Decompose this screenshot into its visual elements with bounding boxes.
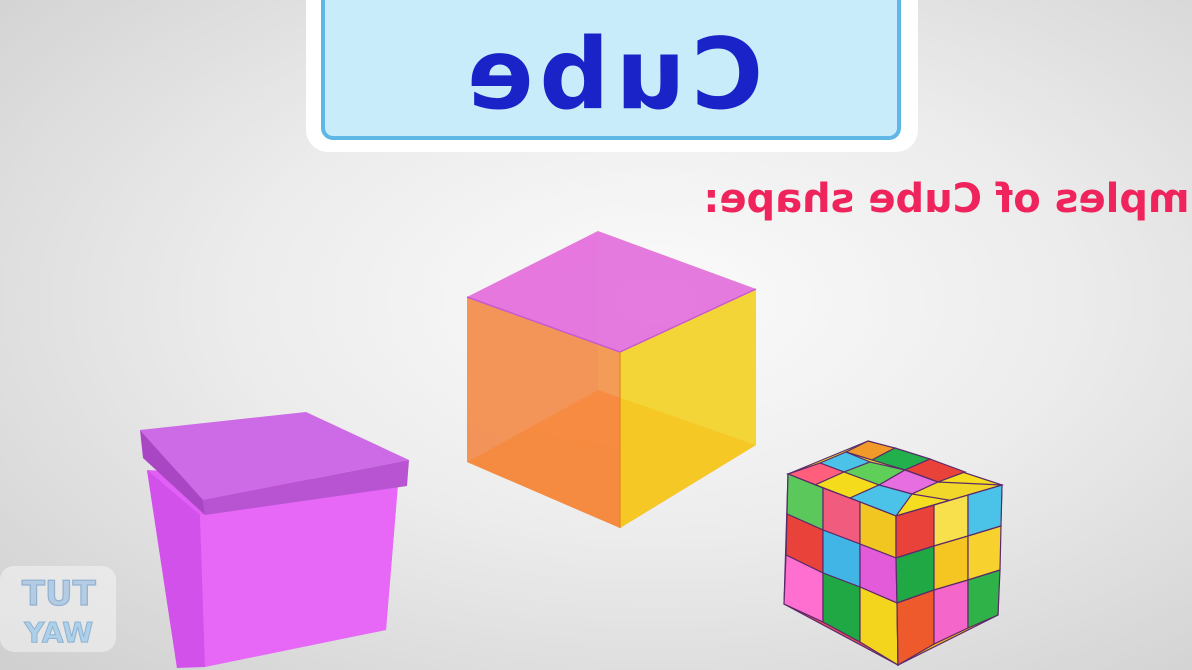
scene: Cube amples of Cube shape: TUT WAY	[0, 0, 1192, 668]
subtitle-text: amples of Cube shape:	[703, 176, 1192, 222]
gift-box	[140, 412, 409, 668]
svg-text:WAY: WAY	[24, 616, 94, 649]
title-banner: Cube	[306, 0, 918, 152]
svg-text:TUT: TUT	[21, 574, 96, 614]
watermark-logo: TUT WAY	[0, 566, 116, 652]
title-text: Cube	[461, 18, 763, 132]
transparent-cube	[466, 231, 757, 528]
rubiks-cube	[783, 440, 1005, 667]
